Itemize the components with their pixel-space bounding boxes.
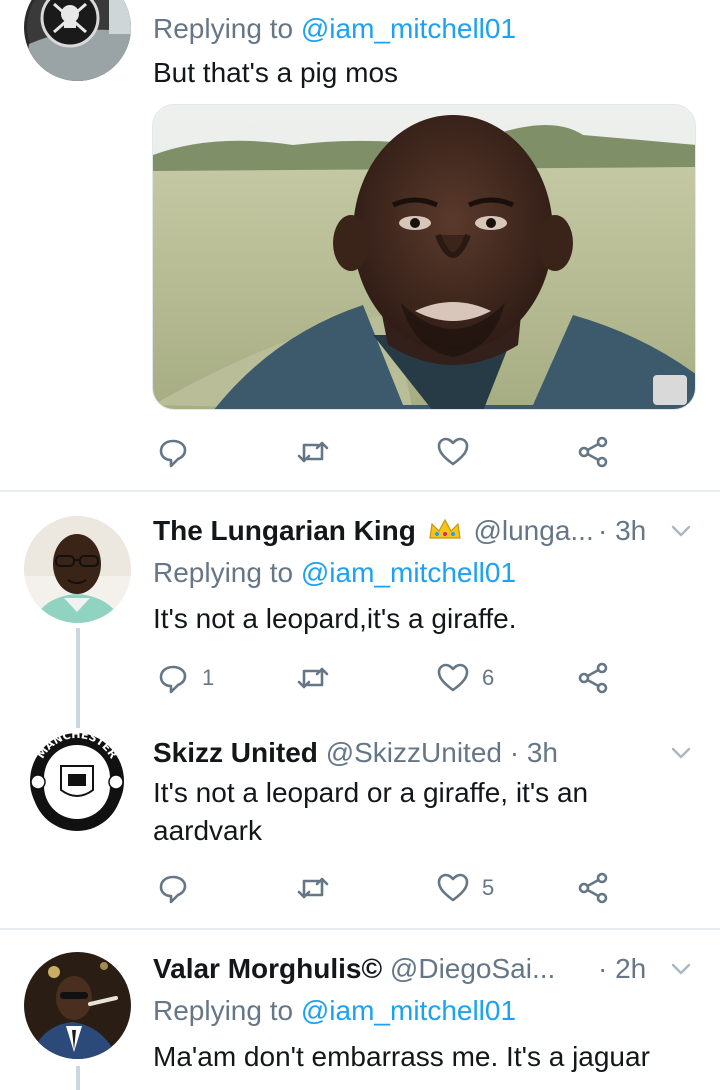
chevron-down-icon[interactable]	[670, 520, 692, 542]
share-icon	[578, 872, 608, 904]
replying-to-line: Replying to @iam_mitchell01	[153, 12, 516, 46]
user-handle[interactable]: @DiegoSai...	[390, 953, 555, 984]
display-name[interactable]: Valar Morghulis©	[153, 953, 382, 984]
retweet-button[interactable]	[296, 432, 330, 472]
tweet-text: But that's a pig mos	[153, 57, 399, 88]
reply-icon	[159, 875, 187, 904]
reply-handle-link[interactable]: @iam_mitchell01	[301, 995, 516, 1026]
chevron-down-icon[interactable]	[670, 742, 692, 764]
tweet-text-line-1: It's not a leopard or a giraffe, it's an	[153, 777, 589, 808]
tweet-header: Skizz United @SkizzUnited · 3h	[153, 736, 558, 770]
reply-button[interactable]	[156, 868, 190, 908]
reply-handle-link[interactable]: @iam_mitchell01	[301, 13, 516, 44]
reply-count: 1	[202, 665, 215, 690]
tweet-header: Valar Morghulis© @DiegoSai...	[153, 952, 555, 986]
tweet-actions	[150, 432, 630, 472]
retweet-button[interactable]	[296, 658, 330, 698]
like-count: 6	[482, 665, 495, 690]
tweet-actions: 5	[150, 868, 630, 908]
reply-button[interactable]: 1	[156, 658, 214, 698]
tweet-time[interactable]: · 3h	[598, 514, 646, 548]
reply-icon	[159, 439, 187, 468]
share-button[interactable]	[576, 868, 610, 908]
retweet-icon	[297, 877, 329, 899]
share-icon	[578, 436, 608, 468]
display-name[interactable]: The Lungarian King	[153, 515, 416, 546]
thread-line	[76, 628, 80, 734]
avatar-valar-morghulis[interactable]	[24, 952, 131, 1059]
heart-icon	[437, 437, 469, 466]
tweet-text: Ma'am don't embarrass me. It's a jaguar	[153, 1041, 650, 1072]
reply-icon	[159, 665, 187, 694]
avatar-pirates-logo[interactable]	[24, 0, 131, 81]
tweet-text-line-2: aardvark	[153, 815, 262, 846]
tweet-photo[interactable]	[152, 104, 696, 410]
heart-icon	[437, 663, 469, 692]
heart-icon	[437, 873, 469, 902]
tweet-1[interactable]: Replying to @iam_mitchell01 But that's a…	[0, 0, 720, 490]
reply-handle-link[interactable]: @iam_mitchell01	[301, 557, 516, 588]
like-button[interactable]: 5	[436, 868, 494, 908]
replying-to-label: Replying to	[153, 557, 294, 588]
retweet-icon	[297, 667, 329, 689]
like-count: 5	[482, 875, 495, 900]
tweet-text: It's not a leopard,it's a giraffe.	[153, 603, 517, 634]
replying-to-line: Replying to @iam_mitchell01	[153, 994, 516, 1028]
tweet-actions: 1 6	[150, 658, 630, 698]
replying-to-label: Replying to	[153, 13, 294, 44]
display-name[interactable]: Skizz United	[153, 737, 318, 768]
user-handle[interactable]: @lunga...	[473, 515, 593, 546]
user-handle[interactable]: @SkizzUnited	[326, 737, 502, 768]
tweet-time[interactable]: · 2h	[598, 952, 646, 986]
like-button[interactable]: 6	[436, 658, 494, 698]
replying-to-line: Replying to @iam_mitchell01	[153, 556, 516, 590]
reply-button[interactable]	[156, 432, 190, 472]
retweet-button[interactable]	[296, 868, 330, 908]
tweet-4[interactable]: Valar Morghulis© @DiegoSai... · 2h Reply…	[0, 930, 720, 1090]
retweet-icon	[297, 441, 329, 463]
replying-to-label: Replying to	[153, 995, 294, 1026]
avatar-manchester-united[interactable]: MANCHESTER UNITED	[24, 728, 131, 835]
tweet-2[interactable]: The Lungarian King @lunga... · 3h Replyi…	[0, 492, 720, 928]
share-button[interactable]	[576, 432, 610, 472]
thread-line	[76, 1066, 80, 1090]
share-button[interactable]	[576, 658, 610, 698]
like-button[interactable]	[436, 432, 470, 472]
tweet-header: The Lungarian King @lunga...	[153, 514, 594, 550]
crown-emoji-icon	[428, 516, 462, 550]
tweet-time[interactable]: · 3h	[510, 737, 558, 768]
share-icon	[578, 662, 608, 694]
chevron-down-icon[interactable]	[670, 958, 692, 980]
avatar-lungarian-king[interactable]	[24, 516, 131, 623]
